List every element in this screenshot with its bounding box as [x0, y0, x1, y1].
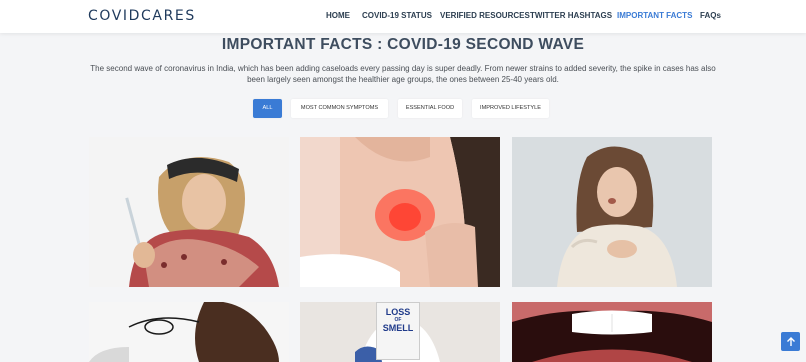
arrow-up-icon [786, 336, 795, 346]
gallery-item[interactable]: LOSS OF SMELL [300, 302, 500, 362]
gallery-item[interactable] [89, 137, 289, 287]
nav-home[interactable]: HOME [326, 11, 360, 23]
main-content: IMPORTANT FACTS : COVID-19 SECOND WAVE T… [0, 33, 806, 362]
navbar: COVIDCARES HOME COVID-19 STATUS VERIFIED… [0, 0, 806, 33]
nav-important-facts[interactable]: IMPORTANT FACTS [617, 11, 698, 23]
woman-with-thermometer-photo [89, 137, 289, 287]
nav-twitter-hashtags[interactable]: TWITTER HASHTAGS [530, 11, 615, 23]
scroll-to-top-button[interactable] [781, 332, 800, 351]
loss-of-smell-sign: LOSS OF SMELL [376, 302, 420, 360]
gallery-item[interactable] [512, 302, 712, 362]
gallery-item[interactable] [512, 137, 712, 287]
open-mouth-tongue-photo [512, 302, 712, 362]
gallery-grid: LOSS OF SMELL [0, 33, 806, 362]
loss-of-smell-sign-photo: LOSS OF SMELL [300, 302, 500, 362]
sign-text-loss: LOSS [385, 307, 411, 317]
sore-throat-photo [300, 137, 500, 287]
woman-coughing-photo [512, 137, 712, 287]
nav-faqs[interactable]: FAQs [700, 11, 721, 23]
main-nav: HOME COVID-19 STATUS VERIFIED RESOURCES … [326, 11, 721, 23]
brand-logo[interactable]: COVIDCARES [88, 8, 196, 24]
man-with-glasses-photo [89, 302, 289, 362]
gallery-item[interactable] [89, 302, 289, 362]
nav-covid-status[interactable]: COVID-19 STATUS [362, 11, 438, 23]
gallery-item[interactable] [300, 137, 500, 287]
sign-text-smell: SMELL [382, 323, 414, 333]
nav-verified-resources[interactable]: VERIFIED RESOURCES [440, 11, 530, 23]
